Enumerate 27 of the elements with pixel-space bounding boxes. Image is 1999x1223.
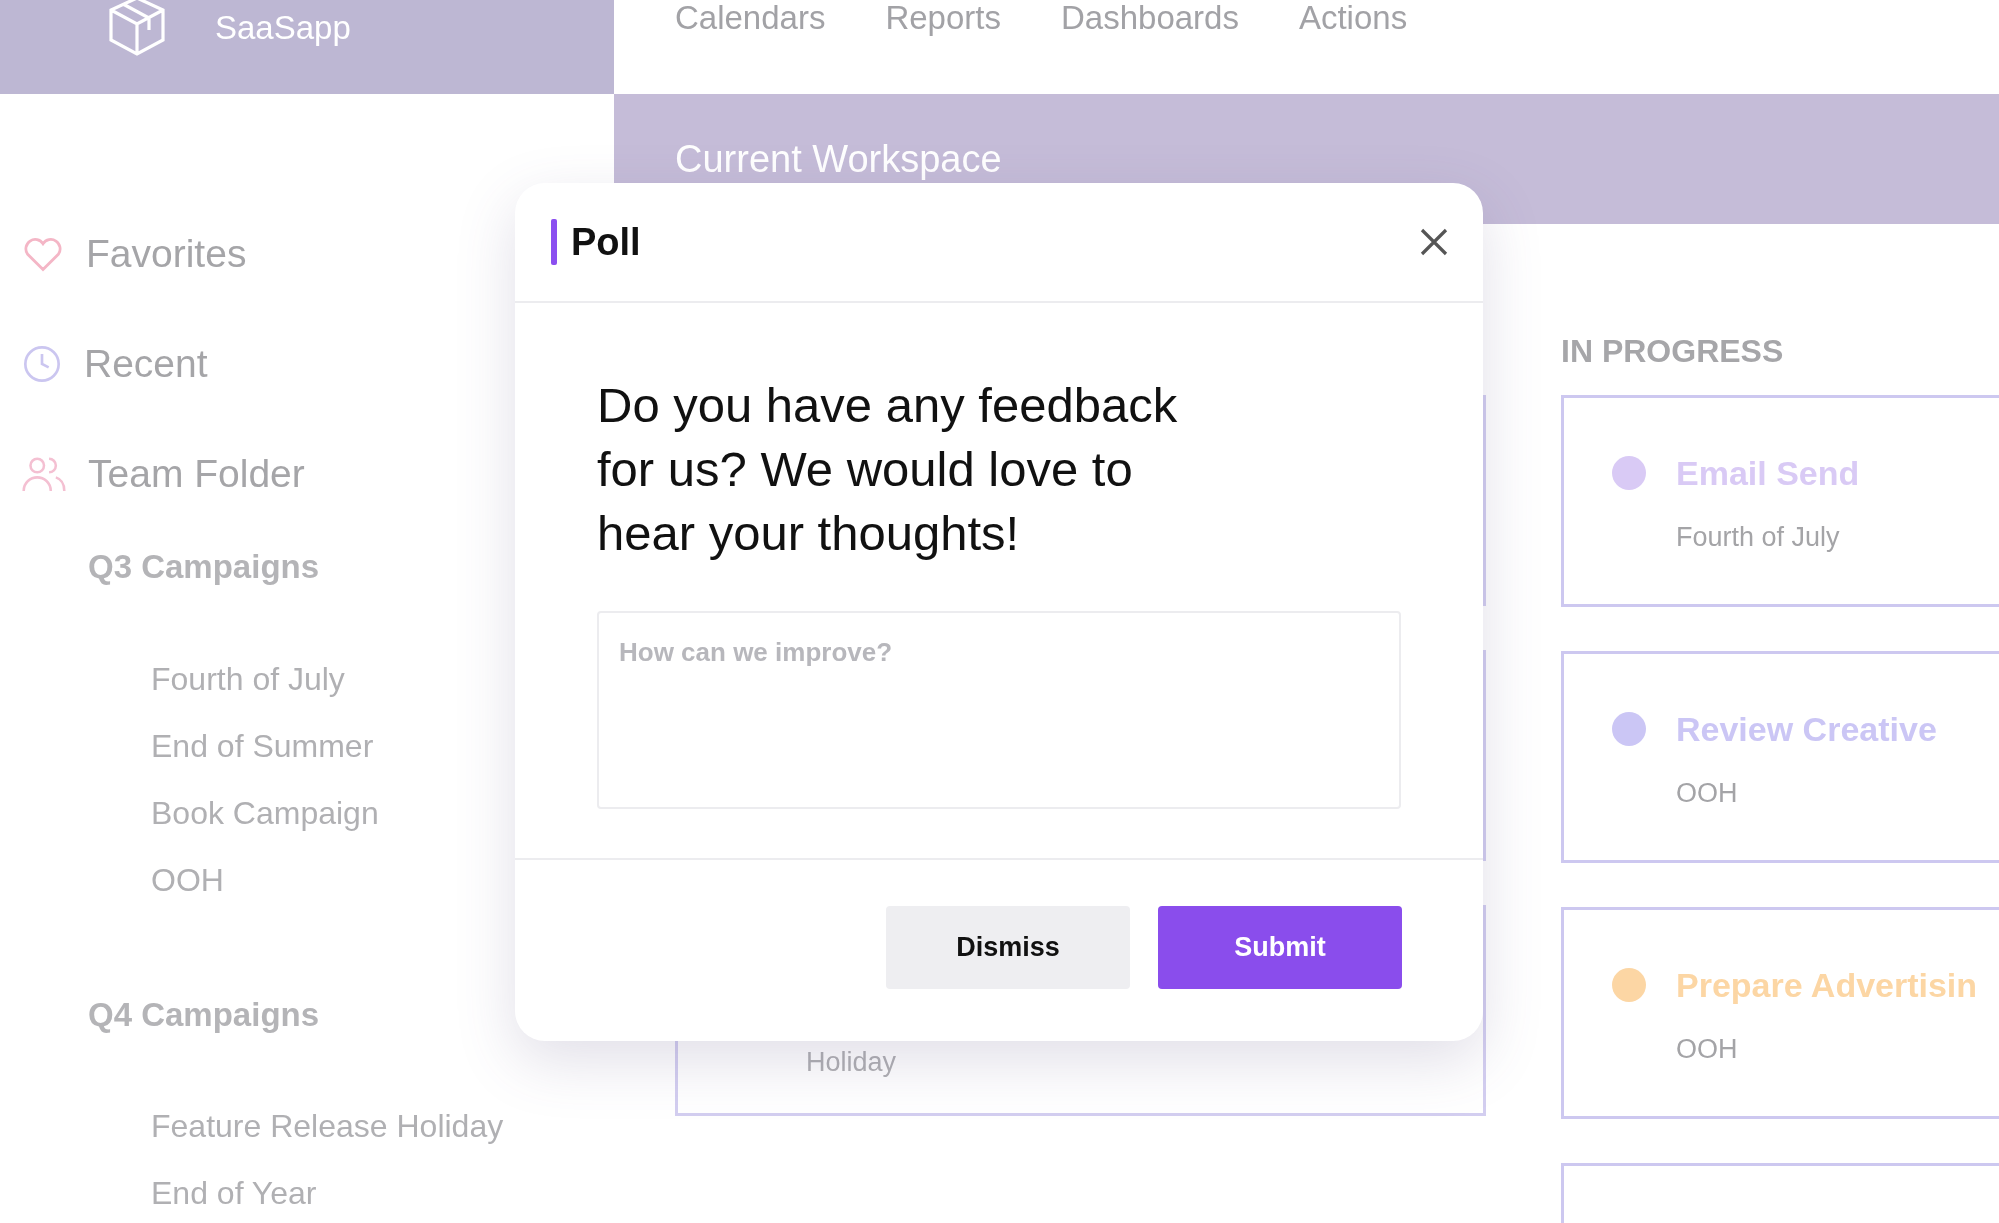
- nav-link[interactable]: Dashboards: [1061, 0, 1239, 36]
- workspace-title: Current Workspace: [675, 138, 1002, 180]
- heart-icon: [22, 235, 64, 273]
- feedback-field[interactable]: How can we improve?: [597, 611, 1401, 809]
- card-subtitle: Holiday: [806, 1047, 897, 1077]
- submit-button[interactable]: Submit: [1158, 906, 1402, 989]
- nav-link[interactable]: Reports: [885, 0, 1001, 36]
- group-title: Q3 Campaigns: [87, 547, 321, 587]
- close-button[interactable]: [1419, 227, 1449, 257]
- dialog-title: Poll: [571, 219, 642, 265]
- question-text: Do you have any feedback for us? We would love to hear your thoughts!: [597, 377, 1179, 562]
- nav-link[interactable]: Calendars: [675, 0, 826, 36]
- card-subtitle: OOH: [1676, 777, 1738, 810]
- nav-link[interactable]: Actions: [1298, 0, 1408, 36]
- group-title: Q4 Campaigns: [87, 994, 321, 1035]
- card-title: Prepare Advertisin: [1676, 965, 1978, 1006]
- users-icon: [22, 455, 66, 493]
- column-heading: IN PROGRESS: [1561, 332, 1784, 371]
- brand-name: SaaSapp: [215, 8, 351, 48]
- clock-icon: [22, 344, 62, 384]
- sidebar-subitem[interactable]: Feature Release Holiday: [0, 1093, 614, 1160]
- card-subtitle: OOH: [1676, 1033, 1738, 1066]
- card-title: Review Creative: [1676, 709, 1937, 750]
- dismiss-button[interactable]: Dismiss: [886, 906, 1130, 989]
- sidebar-subitem[interactable]: End of Year: [0, 1160, 614, 1223]
- accent-bar: [551, 219, 557, 265]
- card-subtitle: Fourth of July: [1676, 521, 1840, 554]
